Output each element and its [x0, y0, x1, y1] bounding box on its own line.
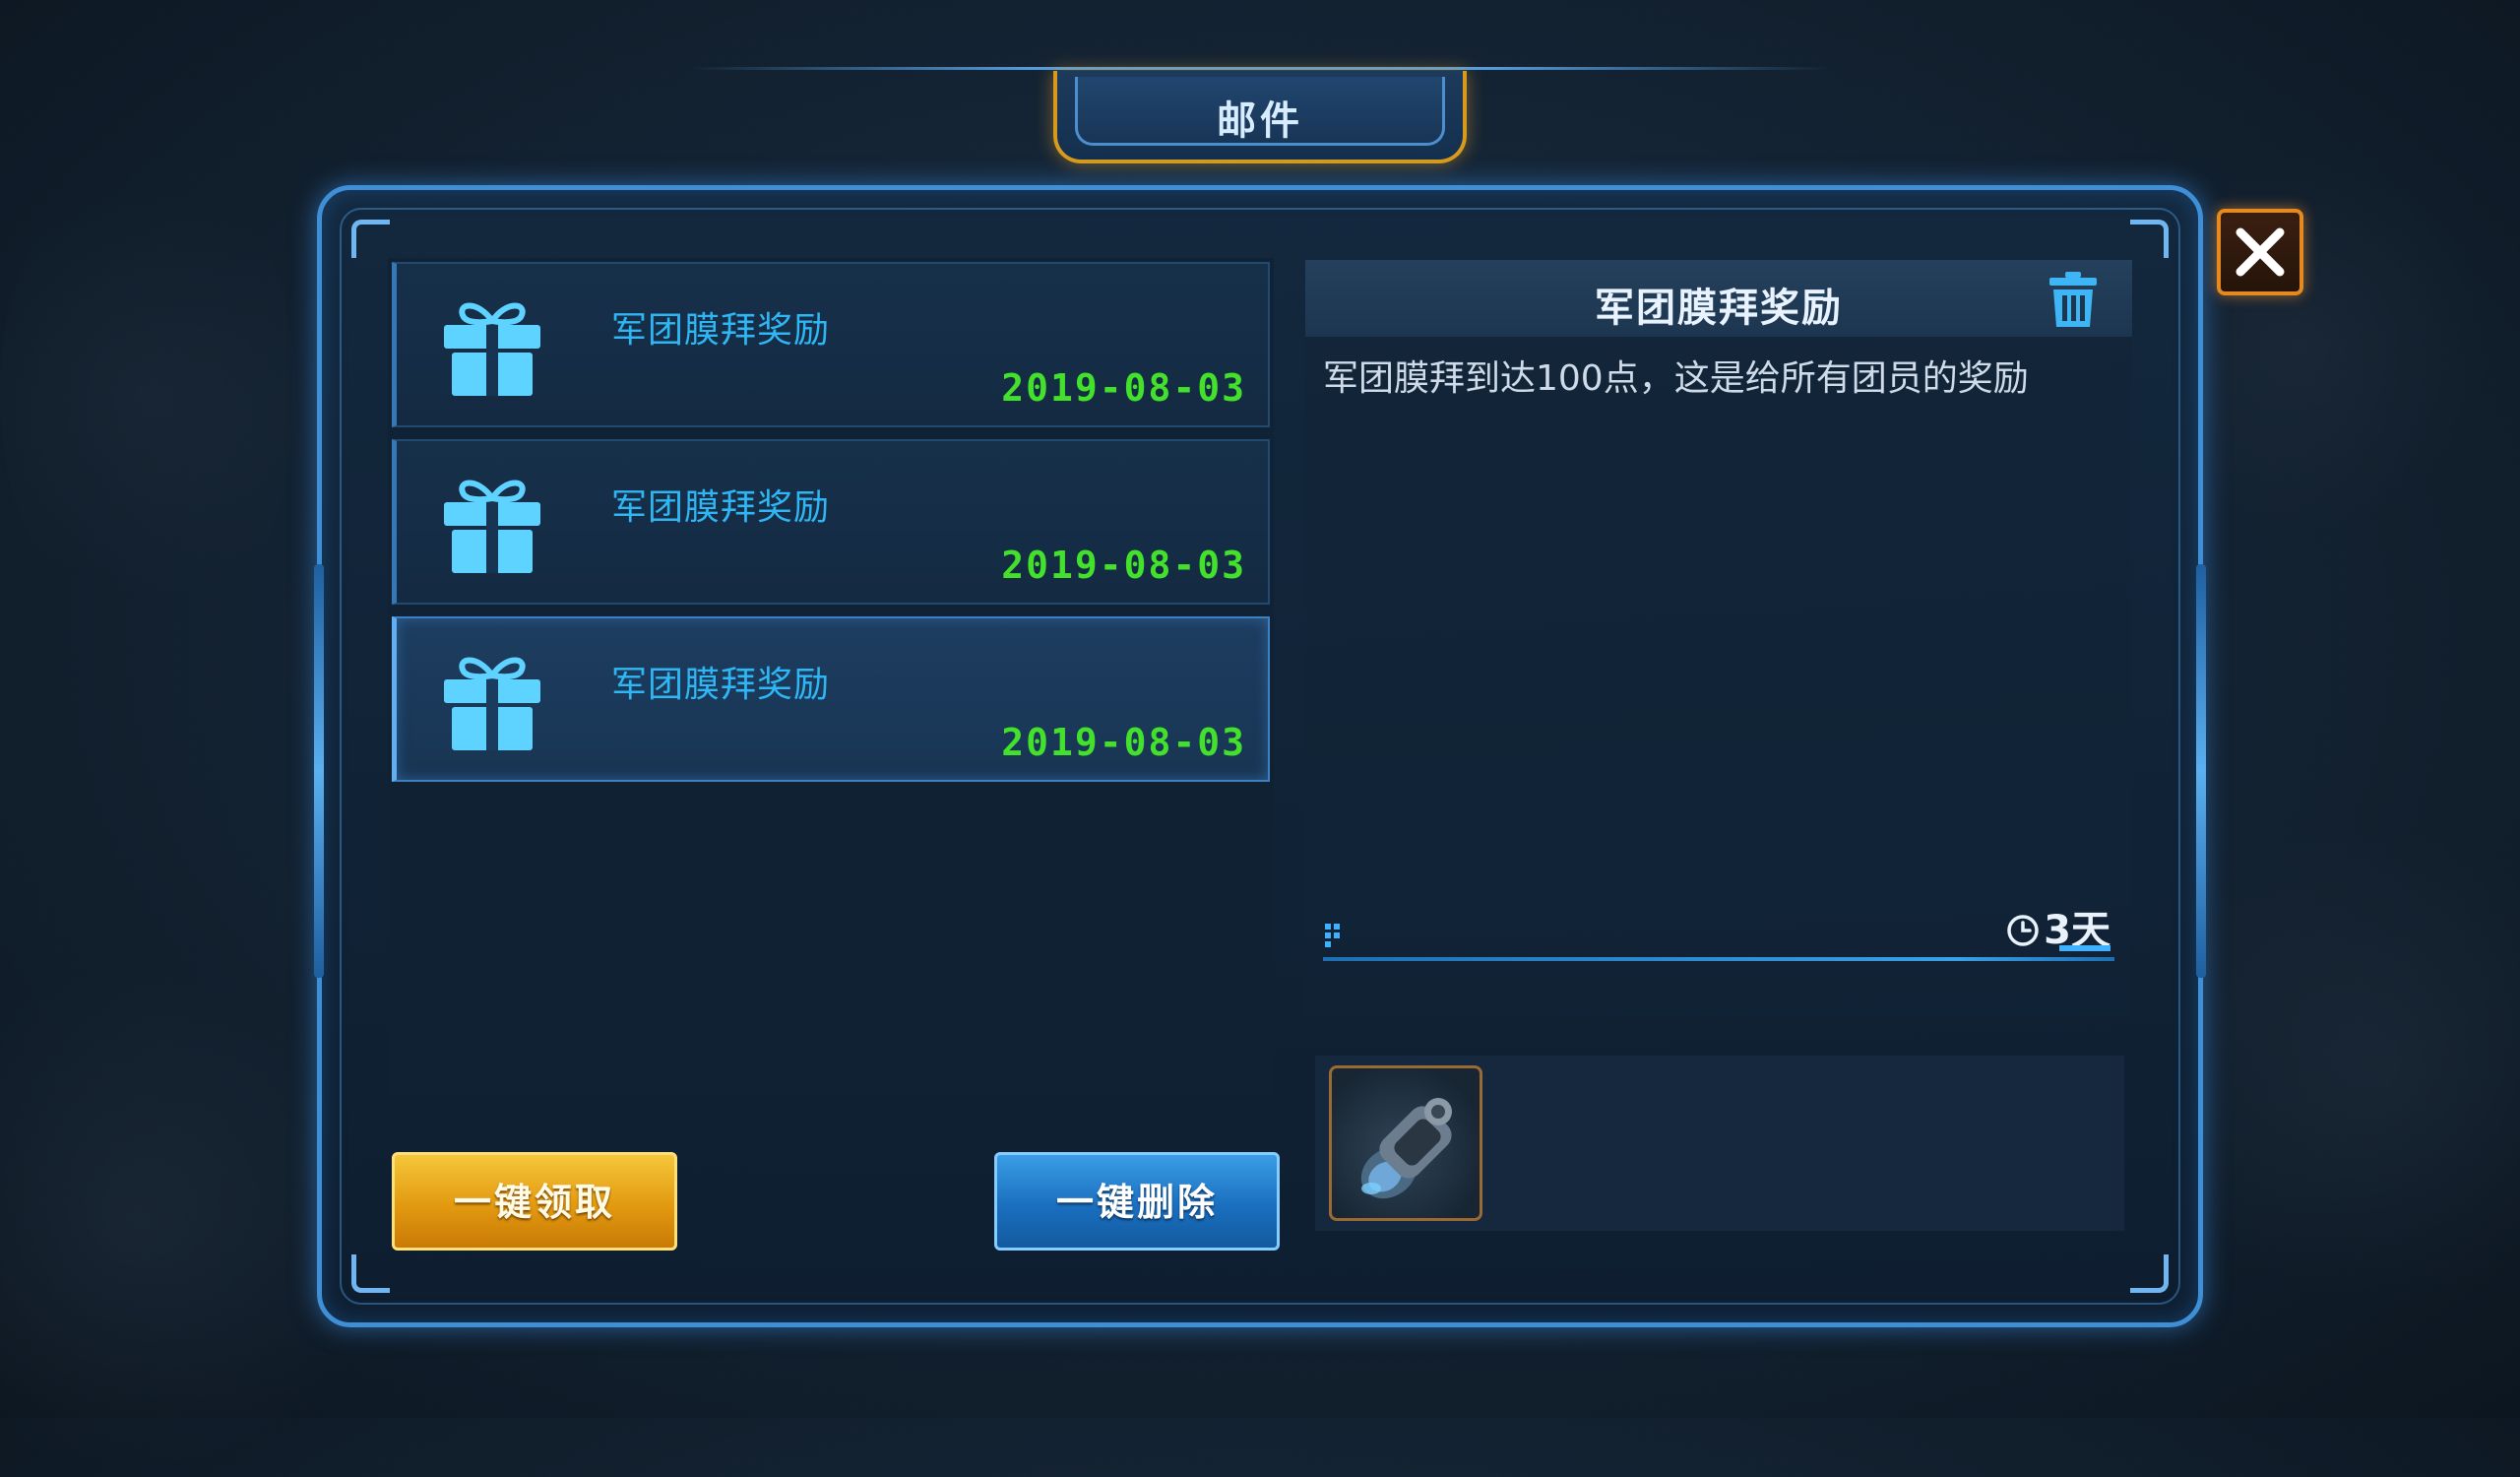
frame-corner: [2130, 220, 2169, 258]
mail-item[interactable]: 军团膜拜奖励 2019-08-03: [392, 262, 1270, 427]
mail-title: 军团膜拜奖励: [611, 665, 831, 705]
divider: [1323, 957, 2114, 961]
mail-title: 军团膜拜奖励: [611, 487, 831, 528]
mail-body-text: 军团膜拜到达100点，这是给所有团员的奖励: [1323, 358, 2029, 399]
mail-item[interactable]: 军团膜拜奖励 2019-08-03: [392, 439, 1270, 605]
frame-side-bar: [314, 564, 324, 978]
window-title: 邮件: [1217, 98, 1303, 144]
window-title-tab: 邮件: [1053, 71, 1467, 163]
attachment-panel: [1315, 1056, 2124, 1231]
frame-corner: [2130, 1254, 2169, 1293]
frame-side-bar: [2196, 564, 2206, 978]
mail-list: 军团膜拜奖励 2019-08-03 军团膜拜奖励 2019-08-03 军团膜拜…: [388, 258, 1274, 1095]
mail-date: 2019-08-03: [1001, 366, 1246, 410]
close-icon: [2236, 227, 2285, 277]
mail-detail-title: 军团膜拜奖励: [1595, 286, 1843, 331]
background-machinery: [0, 148, 295, 640]
mail-detail-header: 军团膜拜奖励: [1305, 260, 2132, 337]
claim-all-button[interactable]: 一键领取: [392, 1152, 677, 1251]
mail-date: 2019-08-03: [1001, 544, 1246, 587]
item-canister-icon: [1360, 1098, 1452, 1199]
timer-underline: [2059, 945, 2110, 951]
gift-icon: [444, 480, 540, 573]
gift-icon: [444, 302, 540, 396]
close-button[interactable]: [2217, 209, 2303, 295]
trash-icon[interactable]: [2046, 270, 2101, 329]
title-rail: [689, 67, 1831, 70]
mail-date: 2019-08-03: [1001, 721, 1246, 764]
clock-icon: [2007, 915, 2039, 946]
attachment-slot[interactable]: [1329, 1065, 1482, 1221]
frame-corner: [351, 220, 390, 258]
frame-corner: [351, 1254, 390, 1293]
mail-item-selected[interactable]: 军团膜拜奖励 2019-08-03: [392, 616, 1270, 782]
delete-all-button[interactable]: 一键删除: [994, 1152, 1280, 1251]
mail-detail-body: 军团膜拜到达100点，这是给所有团员的奖励 3天: [1305, 337, 2132, 1016]
gift-icon: [444, 657, 540, 750]
mail-title: 军团膜拜奖励: [611, 310, 831, 351]
dots-icon: [1325, 924, 1340, 947]
